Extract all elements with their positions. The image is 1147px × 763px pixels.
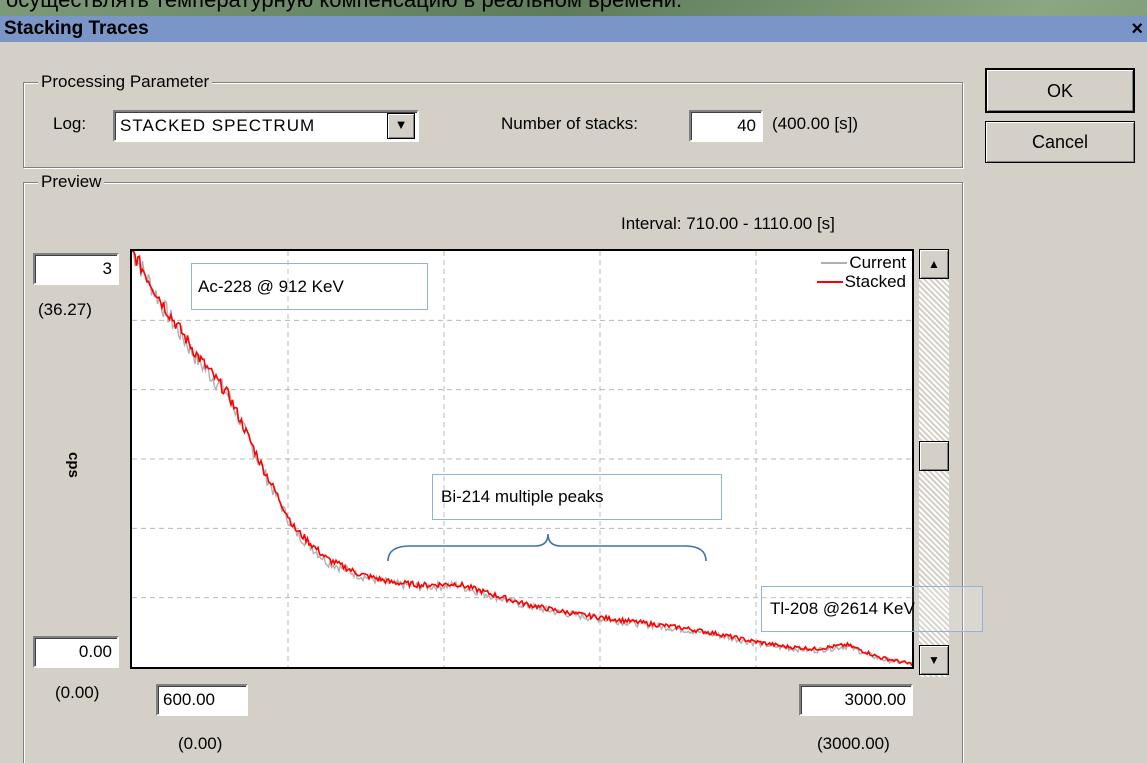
stacks-duration: (400.00 [s]): [772, 114, 858, 133]
log-label: Log:: [53, 114, 87, 133]
chart-legend: Current Stacked: [816, 253, 906, 291]
number-of-stacks-input[interactable]: 40: [689, 110, 763, 142]
interval-readout: Interval: 710.00 - 1110.00 [s]: [621, 214, 835, 233]
chevron-down-icon: ▼: [394, 117, 408, 132]
preview-label: Preview: [38, 172, 105, 192]
y-min-input[interactable]: 0.00: [33, 636, 119, 668]
x-min-input[interactable]: 600.00: [156, 684, 248, 716]
y-max-input[interactable]: 3: [33, 253, 119, 285]
arrow-down-icon: ▼: [928, 653, 940, 667]
x-min-original: (0.00): [178, 734, 223, 753]
legend-current-swatch: [821, 261, 848, 264]
legend-current-label: Current: [849, 253, 906, 272]
stacking-traces-dialog: Stacking Traces × OK Cancel Processing P…: [0, 16, 1147, 763]
background-caption: осуществлять температурную компенсацию в…: [0, 0, 1147, 12]
legend-stacked-swatch: [816, 280, 843, 283]
legend-current: Current: [817, 253, 906, 272]
x-max-input[interactable]: 3000.00: [799, 684, 913, 716]
annotation-ac228: Ac-228 @ 912 KeV: [191, 263, 428, 310]
log-selected-value: STACKED SPECTRUM: [120, 116, 316, 135]
ok-button[interactable]: OK: [985, 68, 1135, 113]
arrow-up-icon: ▲: [928, 257, 940, 271]
log-select[interactable]: STACKED SPECTRUM: [113, 110, 419, 142]
y-axis-label: cps: [65, 452, 82, 478]
legend-stacked-label: Stacked: [844, 272, 906, 291]
bi214-brace: [387, 533, 707, 562]
title-bar: Stacking Traces ×: [0, 16, 1147, 42]
scroll-thumb[interactable]: [919, 441, 949, 471]
scroll-up-button[interactable]: ▲: [919, 249, 949, 279]
scroll-down-button[interactable]: ▼: [919, 645, 949, 675]
stacks-label: Number of stacks:: [501, 114, 638, 133]
x-max-original: (3000.00): [817, 734, 890, 753]
legend-stacked: Stacked: [816, 272, 906, 291]
y-max-original: (36.27): [38, 300, 92, 319]
close-icon[interactable]: ×: [1131, 16, 1143, 42]
processing-parameter-label: Processing Parameter: [38, 72, 213, 92]
cancel-button[interactable]: Cancel: [985, 121, 1135, 163]
y-min-original: (0.00): [55, 683, 100, 702]
log-dropdown-button[interactable]: ▼: [387, 113, 415, 139]
annotation-tl208: Tl-208 @2614 KeV: [761, 586, 983, 632]
window-title: Stacking Traces: [4, 18, 149, 39]
bi214-brace-path: [387, 533, 707, 562]
